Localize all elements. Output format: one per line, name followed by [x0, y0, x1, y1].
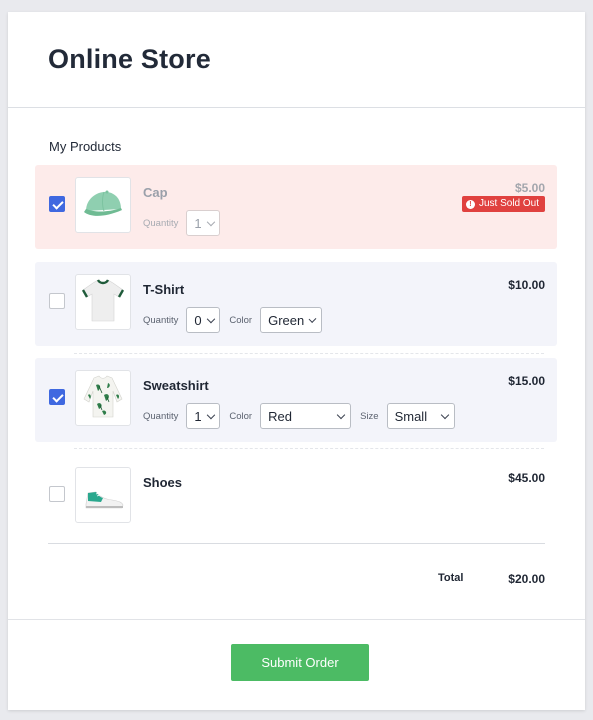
quantity-label: Quantity — [143, 410, 179, 422]
product-row-tshirt: T-Shirt $10.00 Quantity 0 Color Green — [35, 262, 557, 346]
product-options: Quantity 1 Color Red Size Small — [143, 403, 464, 429]
store-card: Online Store My Products Cap $5.00 ! Jus… — [8, 12, 585, 710]
chevron-down-icon — [336, 410, 346, 419]
product-name: T-Shirt — [143, 282, 185, 297]
product-row-shoes: Shoes $45.00 — [35, 455, 557, 539]
product-row-cap: Cap $5.00 ! Just Sold Out Quantity 1 — [35, 165, 557, 249]
color-select[interactable]: Green — [260, 307, 323, 333]
cap-icon — [84, 190, 122, 216]
sweatshirt-image — [75, 370, 131, 426]
chevron-down-icon — [206, 217, 215, 226]
chevron-down-icon — [206, 314, 215, 323]
alert-icon: ! — [465, 199, 475, 209]
color-label: Color — [229, 410, 253, 422]
product-price: $5.00 — [514, 181, 545, 195]
product-options: Quantity 0 Color Green — [143, 307, 331, 333]
product-name: Sweatshirt — [143, 378, 209, 393]
quantity-select[interactable]: 1 — [186, 210, 221, 236]
quantity-value: 1 — [194, 408, 202, 424]
total-divider — [48, 543, 545, 544]
page-title: Online Store — [48, 44, 211, 74]
product-checkbox-tshirt[interactable] — [49, 293, 65, 309]
quantity-label: Quantity — [143, 314, 179, 326]
footer: Submit Order — [8, 619, 585, 710]
shoe-icon — [85, 491, 124, 509]
tshirt-icon — [81, 279, 125, 322]
quantity-select[interactable]: 1 — [186, 403, 221, 429]
row-divider — [74, 353, 544, 354]
product-checkbox-cap[interactable] — [49, 196, 65, 212]
chevron-down-icon — [308, 314, 317, 323]
product-price: $15.00 — [508, 374, 545, 388]
chevron-down-icon — [440, 410, 449, 419]
sold-out-badge: ! Just Sold Out — [461, 196, 545, 212]
store-header: Online Store — [8, 12, 585, 108]
size-value: Small — [394, 408, 428, 424]
color-select[interactable]: Red — [260, 403, 352, 429]
product-price: $10.00 — [508, 278, 545, 292]
shoes-image — [75, 467, 131, 523]
product-name: Shoes — [143, 475, 183, 490]
product-row-sweatshirt: Sweatshirt $15.00 Quantity 1 Color Red S… — [35, 358, 557, 442]
product-options: Quantity 1 — [143, 210, 229, 236]
cap-image — [75, 177, 131, 233]
product-checkbox-sweatshirt[interactable] — [49, 389, 65, 405]
quantity-label: Quantity — [143, 217, 179, 229]
sold-out-text: Just Sold Out — [478, 198, 539, 209]
size-select[interactable]: Small — [386, 403, 455, 429]
section-title: My Products — [49, 139, 122, 154]
quantity-value: 1 — [194, 215, 202, 231]
quantity-select[interactable]: 0 — [186, 307, 221, 333]
size-label: Size — [360, 410, 379, 422]
tshirt-image — [75, 274, 131, 330]
color-value: Red — [268, 408, 292, 424]
color-label: Color — [229, 314, 253, 326]
total-value: $20.00 — [508, 572, 545, 586]
chevron-down-icon — [206, 410, 215, 419]
product-name: Cap — [143, 185, 168, 200]
submit-order-button[interactable]: Submit Order — [231, 644, 369, 681]
color-value: Green — [268, 312, 305, 328]
row-divider — [74, 448, 544, 449]
sweatshirt-icon — [83, 375, 123, 418]
product-checkbox-shoes[interactable] — [49, 486, 65, 502]
product-price: $45.00 — [508, 471, 545, 485]
total-label: Total — [438, 572, 464, 584]
quantity-value: 0 — [194, 312, 202, 328]
